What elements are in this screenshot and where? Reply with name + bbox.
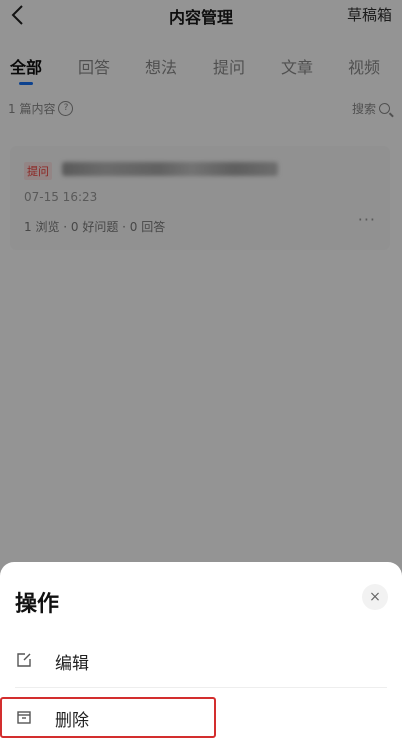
- action-divider: [15, 687, 387, 688]
- edit-action[interactable]: 编辑: [0, 639, 402, 683]
- edit-label: 编辑: [55, 654, 89, 674]
- sheet-title: 操作: [15, 592, 60, 617]
- close-button[interactable]: ×: [362, 584, 388, 610]
- delete-highlight-box: [0, 697, 216, 738]
- edit-icon: [17, 653, 31, 667]
